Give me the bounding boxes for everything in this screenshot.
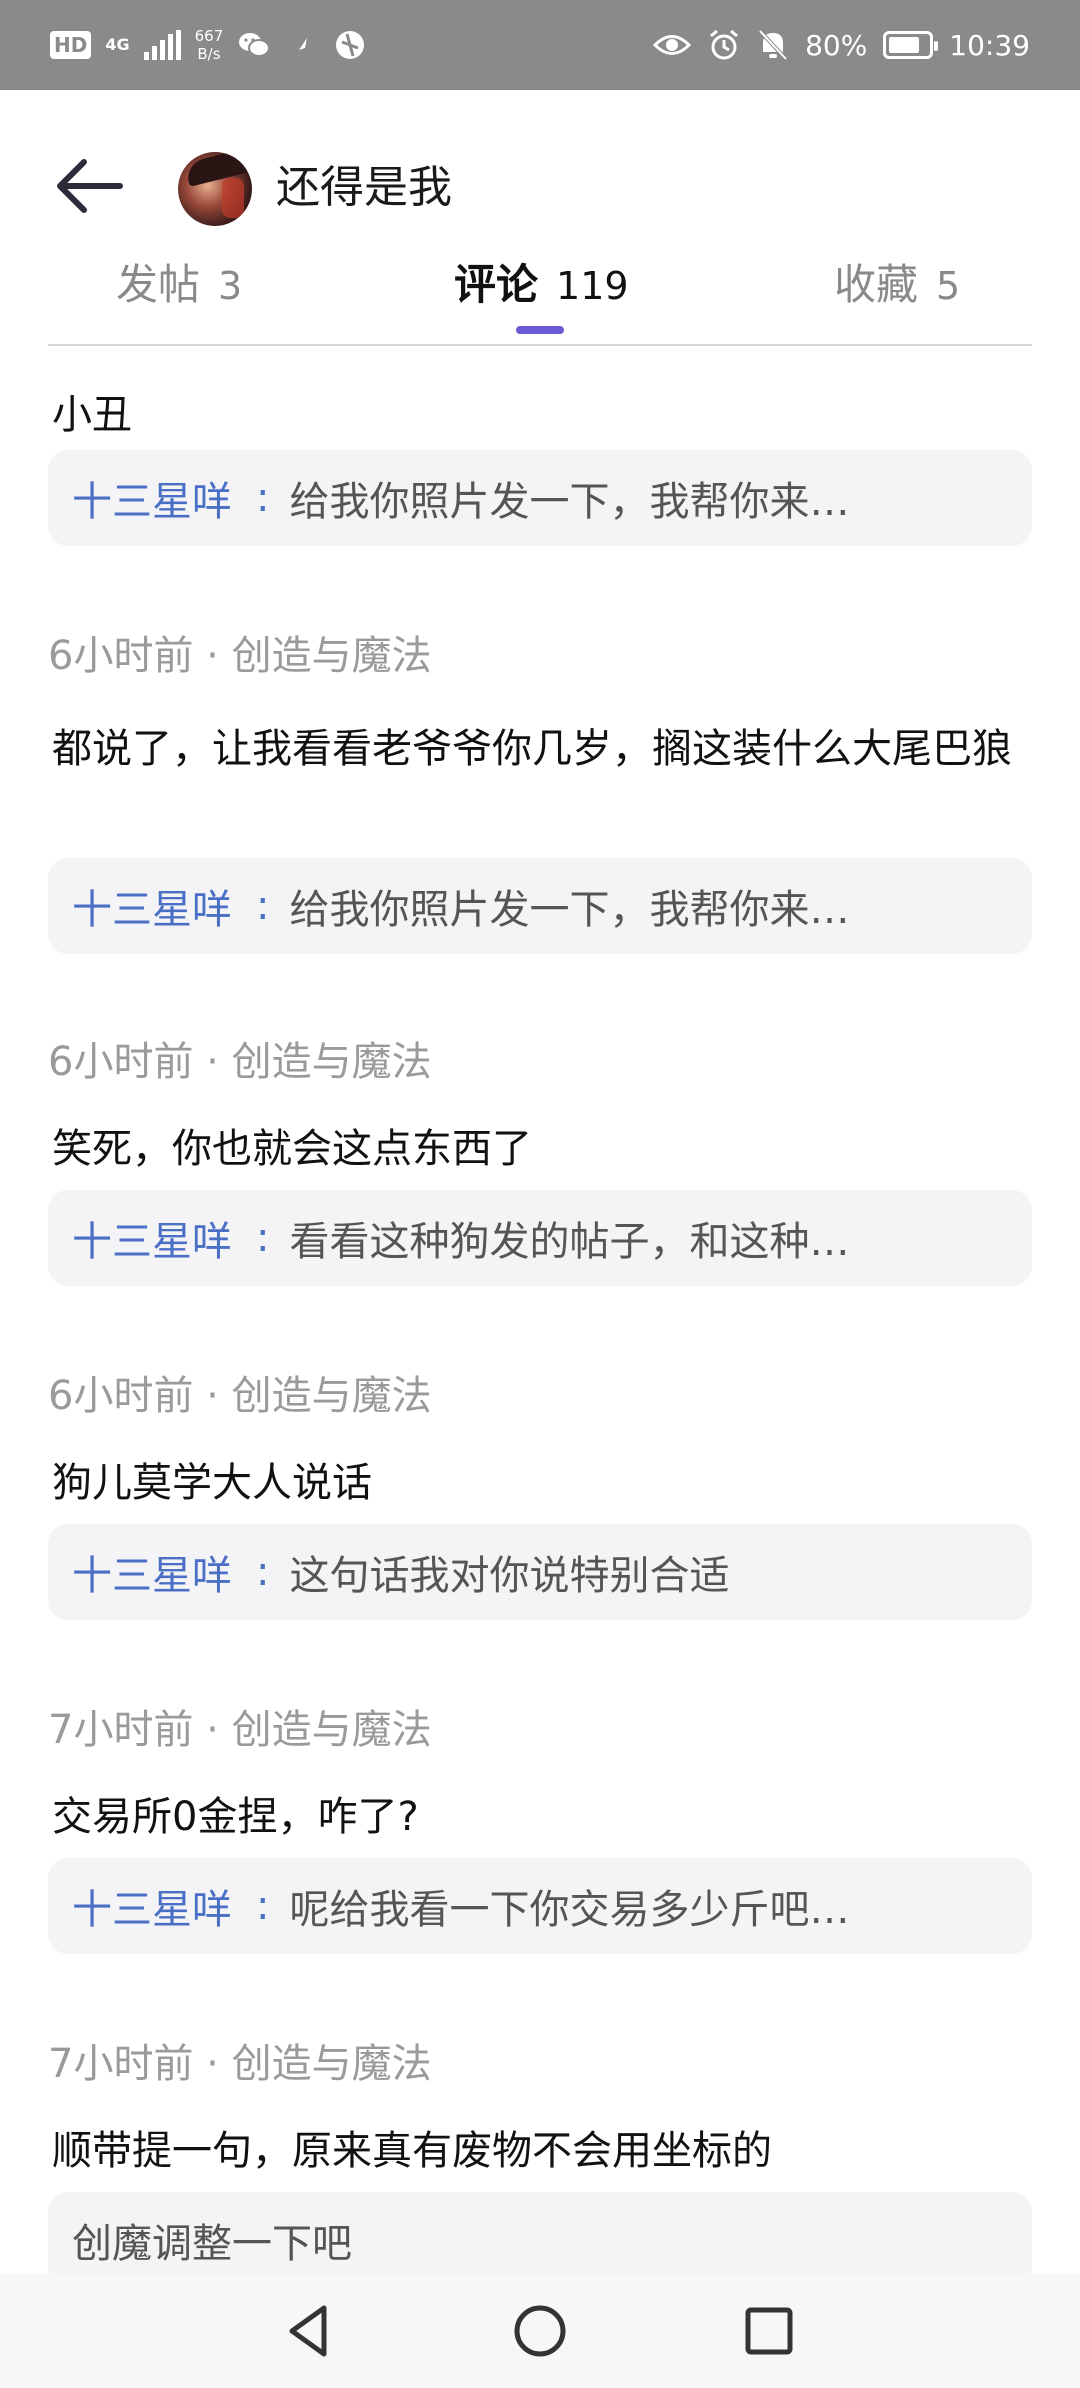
avatar[interactable] [178,152,252,226]
meta-dot: · [206,1373,219,1419]
eye-icon [653,35,692,55]
tab-bar: 发帖 3 评论 119 收藏 5 [0,250,1080,346]
reply-separator: : [256,883,270,929]
reply-separator: : [256,475,270,521]
tab-favorites[interactable]: 收藏 5 [834,250,960,320]
comment-board[interactable]: 创造与魔法 [232,1707,432,1753]
tab-comments[interactable]: 评论 119 [454,250,629,320]
reply-separator: : [256,1549,270,1595]
reply-user[interactable]: 十三星咩 [72,1209,232,1267]
comment-body[interactable]: 小丑 [52,380,1028,450]
alarm-icon [710,29,739,60]
tab-favorites-count: 5 [936,264,961,308]
username: 还得是我 [276,162,452,213]
network-type: 4G [105,35,130,54]
meta-dot: · [206,1707,219,1753]
comment-meta: 7小时前 · 创造与魔法 [48,1702,432,1758]
reply-text: 给我你照片发一下，我帮你来… [289,887,850,933]
reply-user[interactable]: 十三星咩 [72,1543,232,1601]
quoted-post[interactable]: 创魔调整一下吧 [48,2192,1032,2274]
battery-icon [883,31,939,59]
comment-board[interactable]: 创造与魔法 [232,1373,432,1419]
comment-board[interactable]: 创造与魔法 [232,633,432,679]
reply-text: 这句话我对你说特别合适 [289,1553,730,1599]
reply-text: 给我你照片发一下，我帮你来… [289,479,850,525]
mute-bell-icon [758,29,788,61]
comment-time: 7小时前 [48,1707,194,1753]
tab-posts[interactable]: 发帖 3 [116,250,242,320]
quoted-text: 创魔调整一下吧 [72,2221,352,2267]
comment-board[interactable]: 创造与魔法 [232,1039,432,1085]
tab-comments-count: 119 [556,264,629,308]
reply-user[interactable]: 十三星咩 [72,1877,232,1935]
network-speed-value: 667 [194,27,224,45]
comment-body[interactable]: 顺带提一句，原来真有废物不会用坐标的 [52,2116,1028,2186]
wechat-icon [239,33,271,57]
meta-dot: · [206,2041,219,2087]
clock: 10:39 [949,28,1030,62]
tab-posts-count: 3 [218,264,243,308]
comment-meta: 6小时前 · 创造与魔法 [48,1034,432,1090]
signal-icon [143,30,181,60]
comment-time: 6小时前 [48,1373,194,1419]
reply-preview[interactable]: 十三星咩 : 看看这种狗发的帖子，和这种… [48,1190,1032,1286]
comment-body[interactable]: 都说了，让我看看老爷爷你几岁，搁这装什么大尾巴狼 [52,714,1028,784]
reply-preview[interactable]: 十三星咩 : 给我你照片发一下，我帮你来… [48,858,1032,954]
reply-user[interactable]: 十三星咩 [72,877,232,935]
meta-dot: · [206,633,219,679]
comment-feed[interactable]: 小丑 十三星咩 : 给我你照片发一下，我帮你来… 6小时前 · 创造与魔法 都说… [0,346,1080,2274]
nav-recents-icon[interactable] [734,2296,804,2366]
comment-body[interactable]: 交易所0金捏，咋了? [52,1782,1028,1852]
battery-fill [889,37,920,53]
comment-time: 6小时前 [48,633,194,679]
meta-dot: · [206,1039,219,1085]
reply-separator: : [256,1215,270,1261]
comment-meta: 6小时前 · 创造与魔法 [48,628,432,684]
reply-preview[interactable]: 十三星咩 : 给我你照片发一下，我帮你来… [48,450,1032,546]
comment-time: 7小时前 [48,2041,194,2087]
network-speed-unit: B/s [197,45,221,63]
hd-badge: HD [50,31,92,59]
profile-header: 还得是我 发帖 3 评论 119 收藏 5 [0,90,1080,346]
app-icon [336,31,365,59]
reply-separator: : [256,1883,270,1929]
reply-text: 看看这种狗发的帖子，和这种… [289,1219,850,1265]
comment-board[interactable]: 创造与魔法 [232,2041,432,2087]
network-speed: 667 B/s [195,27,224,63]
comment-body[interactable]: 笑死，你也就会这点东西了 [52,1114,1028,1184]
arrow-left-icon[interactable] [50,154,130,218]
comment-meta: 7小时前 · 创造与魔法 [48,2036,432,2092]
tab-comments-label: 评论 [454,260,539,309]
reply-preview[interactable]: 十三星咩 : 这句话我对你说特别合适 [48,1524,1032,1620]
comment-time: 6小时前 [48,1039,194,1085]
reply-user[interactable]: 十三星咩 [72,469,232,527]
status-right: 80% 10:39 [653,0,1030,90]
status-bar: HD 4G 667 B/s 80% 10:39 [0,0,1080,90]
system-nav-bar [0,2274,1080,2388]
nav-back-icon[interactable] [274,2296,344,2366]
reply-text: 呢给我看一下你交易多少斤吧… [289,1887,850,1933]
tab-favorites-label: 收藏 [834,260,919,309]
reply-preview[interactable]: 十三星咩 : 呢给我看一下你交易多少斤吧… [48,1858,1032,1954]
status-left: HD 4G 667 B/s [50,0,367,90]
battery-percent: 80% [805,28,868,62]
comment-body[interactable]: 狗儿莫学大人说话 [52,1448,1028,1518]
nav-home-icon[interactable] [505,2296,575,2366]
comment-meta: 6小时前 · 创造与魔法 [48,1368,432,1424]
app-icon [299,38,308,50]
tab-posts-label: 发帖 [116,260,201,309]
tab-indicator [516,326,564,334]
